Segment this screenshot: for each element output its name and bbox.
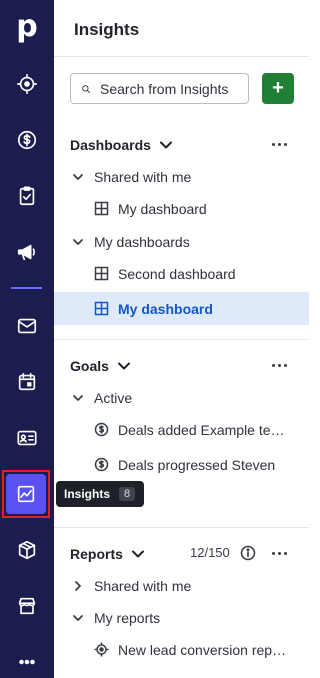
group-label: Shared with me bbox=[94, 168, 192, 185]
add-button[interactable]: + bbox=[262, 73, 294, 104]
insights-panel: Insights + Dashboards Shared with me My … bbox=[54, 0, 309, 678]
group-label: My reports bbox=[94, 609, 161, 626]
dollar-icon bbox=[94, 457, 109, 472]
chevron-down-icon bbox=[73, 614, 83, 621]
goal-item[interactable]: Deals progressed Steven bbox=[54, 448, 309, 481]
chevron-down-icon bbox=[73, 394, 83, 401]
dashboards-section-header[interactable]: Dashboards bbox=[70, 135, 173, 155]
left-nav-rail: p bbox=[0, 0, 54, 678]
search-input[interactable] bbox=[70, 73, 249, 104]
goal-item-label: Deals progressed Steven bbox=[118, 456, 276, 473]
divider bbox=[54, 56, 309, 57]
tree-group-my-dashboards[interactable]: My dashboards bbox=[54, 225, 309, 258]
reports-count: 12/150 bbox=[190, 545, 230, 560]
divider bbox=[54, 527, 309, 528]
tooltip-count-badge: 8 bbox=[119, 487, 136, 501]
dashboard-item-label: My dashboard bbox=[118, 300, 213, 317]
dollar-icon bbox=[94, 422, 109, 437]
info-icon[interactable] bbox=[240, 545, 256, 561]
contact-card-icon[interactable] bbox=[0, 414, 54, 462]
chevron-down-icon bbox=[117, 362, 130, 370]
dashboard-item-label: My dashboard bbox=[118, 200, 207, 217]
goals-more-button[interactable] bbox=[272, 355, 287, 375]
dashboard-item-label: Second dashboard bbox=[118, 265, 236, 282]
dashboards-label: Dashboards bbox=[70, 137, 151, 153]
dashboard-item[interactable]: Second dashboard bbox=[54, 257, 309, 290]
group-label: My dashboards bbox=[94, 233, 190, 250]
dashboard-item-active[interactable]: My dashboard bbox=[54, 292, 309, 325]
goals-label: Goals bbox=[70, 358, 109, 374]
tree-group-my-reports[interactable]: My reports bbox=[54, 601, 309, 634]
tree-group-shared-dashboards[interactable]: Shared with me bbox=[54, 160, 309, 193]
insights-nav-item[interactable] bbox=[2, 470, 50, 518]
dollar-icon[interactable] bbox=[0, 116, 54, 164]
rail-divider bbox=[11, 287, 42, 289]
reports-label: Reports bbox=[70, 546, 123, 562]
calendar-icon[interactable] bbox=[0, 358, 54, 406]
chevron-right-icon bbox=[75, 580, 81, 591]
chart-icon bbox=[6, 474, 46, 514]
group-label: Active bbox=[94, 389, 133, 406]
search-icon bbox=[82, 84, 90, 93]
divider bbox=[54, 339, 309, 340]
megaphone-icon[interactable] bbox=[0, 228, 54, 276]
dashboards-more-button[interactable] bbox=[272, 134, 287, 154]
report-item[interactable]: New lead conversion report bbox=[54, 633, 309, 666]
store-icon[interactable] bbox=[0, 582, 54, 630]
target-icon[interactable] bbox=[0, 60, 54, 108]
chevron-down-icon bbox=[73, 173, 83, 180]
search-field[interactable] bbox=[100, 80, 248, 97]
chevron-down-icon bbox=[73, 238, 83, 245]
chevron-down-icon bbox=[131, 550, 144, 558]
group-label: Shared with me bbox=[94, 577, 192, 594]
report-item-label: New lead conversion report bbox=[118, 641, 288, 658]
reports-more-button[interactable] bbox=[272, 543, 287, 563]
goals-section-header[interactable]: Goals bbox=[70, 356, 131, 376]
tree-group-active-goals[interactable]: Active bbox=[54, 381, 309, 414]
page-title: Insights bbox=[74, 20, 140, 39]
goal-item-label: Deals added Example team bbox=[118, 421, 288, 438]
pipedrive-logo[interactable]: p bbox=[0, 4, 54, 48]
tooltip-label: Insights bbox=[64, 487, 111, 501]
clipboard-check-icon[interactable] bbox=[0, 172, 54, 220]
dashboard-grid-icon bbox=[94, 301, 109, 316]
dashboard-grid-icon bbox=[94, 201, 109, 216]
more-icon[interactable] bbox=[0, 638, 54, 678]
mail-icon[interactable] bbox=[0, 302, 54, 350]
chevron-down-icon bbox=[159, 141, 172, 149]
target-icon bbox=[94, 642, 109, 657]
dashboard-item[interactable]: My dashboard bbox=[54, 192, 309, 225]
reports-section-header[interactable]: Reports bbox=[70, 544, 145, 564]
tree-group-shared-reports[interactable]: Shared with me bbox=[54, 569, 309, 602]
goal-item[interactable]: Deals added Example team bbox=[54, 413, 309, 446]
box-icon[interactable] bbox=[0, 526, 54, 574]
insights-tooltip: Insights 8 bbox=[56, 481, 145, 507]
dashboard-grid-icon bbox=[94, 266, 109, 281]
